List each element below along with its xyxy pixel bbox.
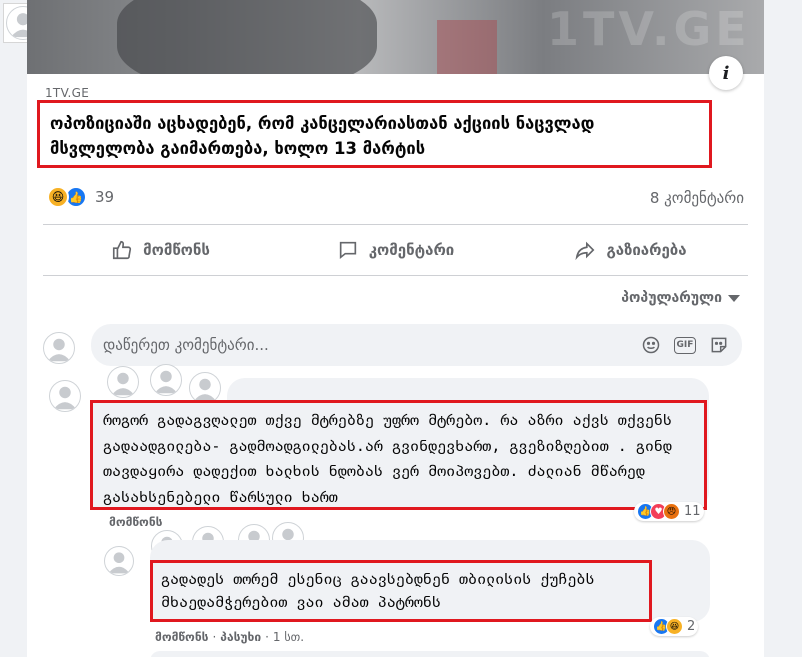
page-background xyxy=(764,0,802,657)
sticker-icon[interactable] xyxy=(708,334,730,356)
divider xyxy=(43,224,748,225)
post-image[interactable]: 1TV.GE xyxy=(27,0,764,74)
tagged-user-avatar[interactable] xyxy=(150,364,182,396)
like-label: მომწონს xyxy=(143,241,210,259)
comment-sort-dropdown[interactable]: პოპულარული xyxy=(621,290,740,306)
next-comment-bubble xyxy=(150,651,710,657)
comment-label: კომენტარი xyxy=(368,241,455,259)
action-bar: მომწონს კომენტარი გაზიარება xyxy=(43,226,748,274)
reply-reply-link[interactable]: პასუხი xyxy=(220,630,261,644)
reply-like-link[interactable]: მომწონს xyxy=(155,630,208,644)
post-card: 1TV.GE i 1TV.GE ოპოზიციაში აცხადებენ, რო… xyxy=(27,0,764,657)
share-arrow-icon xyxy=(575,241,595,261)
info-icon[interactable]: i xyxy=(709,56,743,90)
angry-icon: 😠 xyxy=(663,503,680,520)
reply-timestamp[interactable]: 1 სთ. xyxy=(273,630,304,644)
reply-reactions[interactable]: 👍 😆 2 xyxy=(650,617,699,636)
comments-count[interactable]: 8 კომენტარი xyxy=(650,189,744,207)
share-button[interactable]: გაზიარება xyxy=(513,226,748,274)
comment-reaction-count: 11 xyxy=(684,504,701,519)
share-label: გაზიარება xyxy=(606,241,687,259)
comment-placeholder: დაწერეთ კომენტარი... xyxy=(103,336,269,354)
emoji-icon[interactable] xyxy=(640,334,662,356)
page: 1TV.GE i 1TV.GE ოპოზიციაში აცხადებენ, რო… xyxy=(0,0,802,657)
comment-button[interactable]: კომენტარი xyxy=(278,226,513,274)
default-user-icon xyxy=(107,366,139,398)
reactions-summary[interactable]: 😆 👍 39 xyxy=(47,186,114,208)
watermark-logo: 1TV.GE xyxy=(547,2,751,56)
meta-separator: · xyxy=(212,630,217,644)
comment-reactions[interactable]: 👍 ♥ 😠 11 xyxy=(634,502,704,521)
divider xyxy=(43,275,748,276)
reply-reaction-count: 2 xyxy=(687,619,696,634)
gif-icon[interactable]: GIF xyxy=(674,336,696,354)
reaction-count: 39 xyxy=(95,188,115,206)
reply-meta: მომწონს · პასუხი · 1 სთ. xyxy=(155,630,304,644)
thumbs-up-icon xyxy=(113,240,132,260)
haha-icon: 😆 xyxy=(666,618,683,635)
default-user-icon xyxy=(104,546,134,576)
tagged-user-avatar[interactable] xyxy=(107,366,139,398)
comment-bubble-icon xyxy=(339,241,356,260)
reply-avatar[interactable] xyxy=(104,546,134,576)
comment-avatar[interactable] xyxy=(49,380,81,412)
default-user-icon xyxy=(150,364,182,396)
comment-like-link[interactable]: მომწონს xyxy=(109,515,179,529)
link-source[interactable]: 1TV.GE xyxy=(45,86,89,100)
caret-down-icon xyxy=(728,294,740,302)
reply-text: გადადეს თორემ ესენიც გაავსებდნენ თბილისი… xyxy=(150,560,652,622)
haha-icon: 😆 xyxy=(47,186,69,208)
like-button[interactable]: მომწონს xyxy=(43,226,278,274)
composer-avatar[interactable] xyxy=(43,332,75,364)
link-headline[interactable]: ოპოზიციაში აცხადებენ, რომ კანცელარიასთან… xyxy=(37,100,712,168)
comment-text: როგორ გადაგვღალეთ თქვე მტრებზე უფრო მტრე… xyxy=(90,400,707,510)
default-user-icon xyxy=(43,332,75,364)
sort-label: პოპულარული xyxy=(621,290,722,306)
default-user-icon xyxy=(49,380,81,412)
comment-input[interactable]: დაწერეთ კომენტარი... GIF xyxy=(91,324,742,366)
meta-separator: · xyxy=(265,630,269,644)
